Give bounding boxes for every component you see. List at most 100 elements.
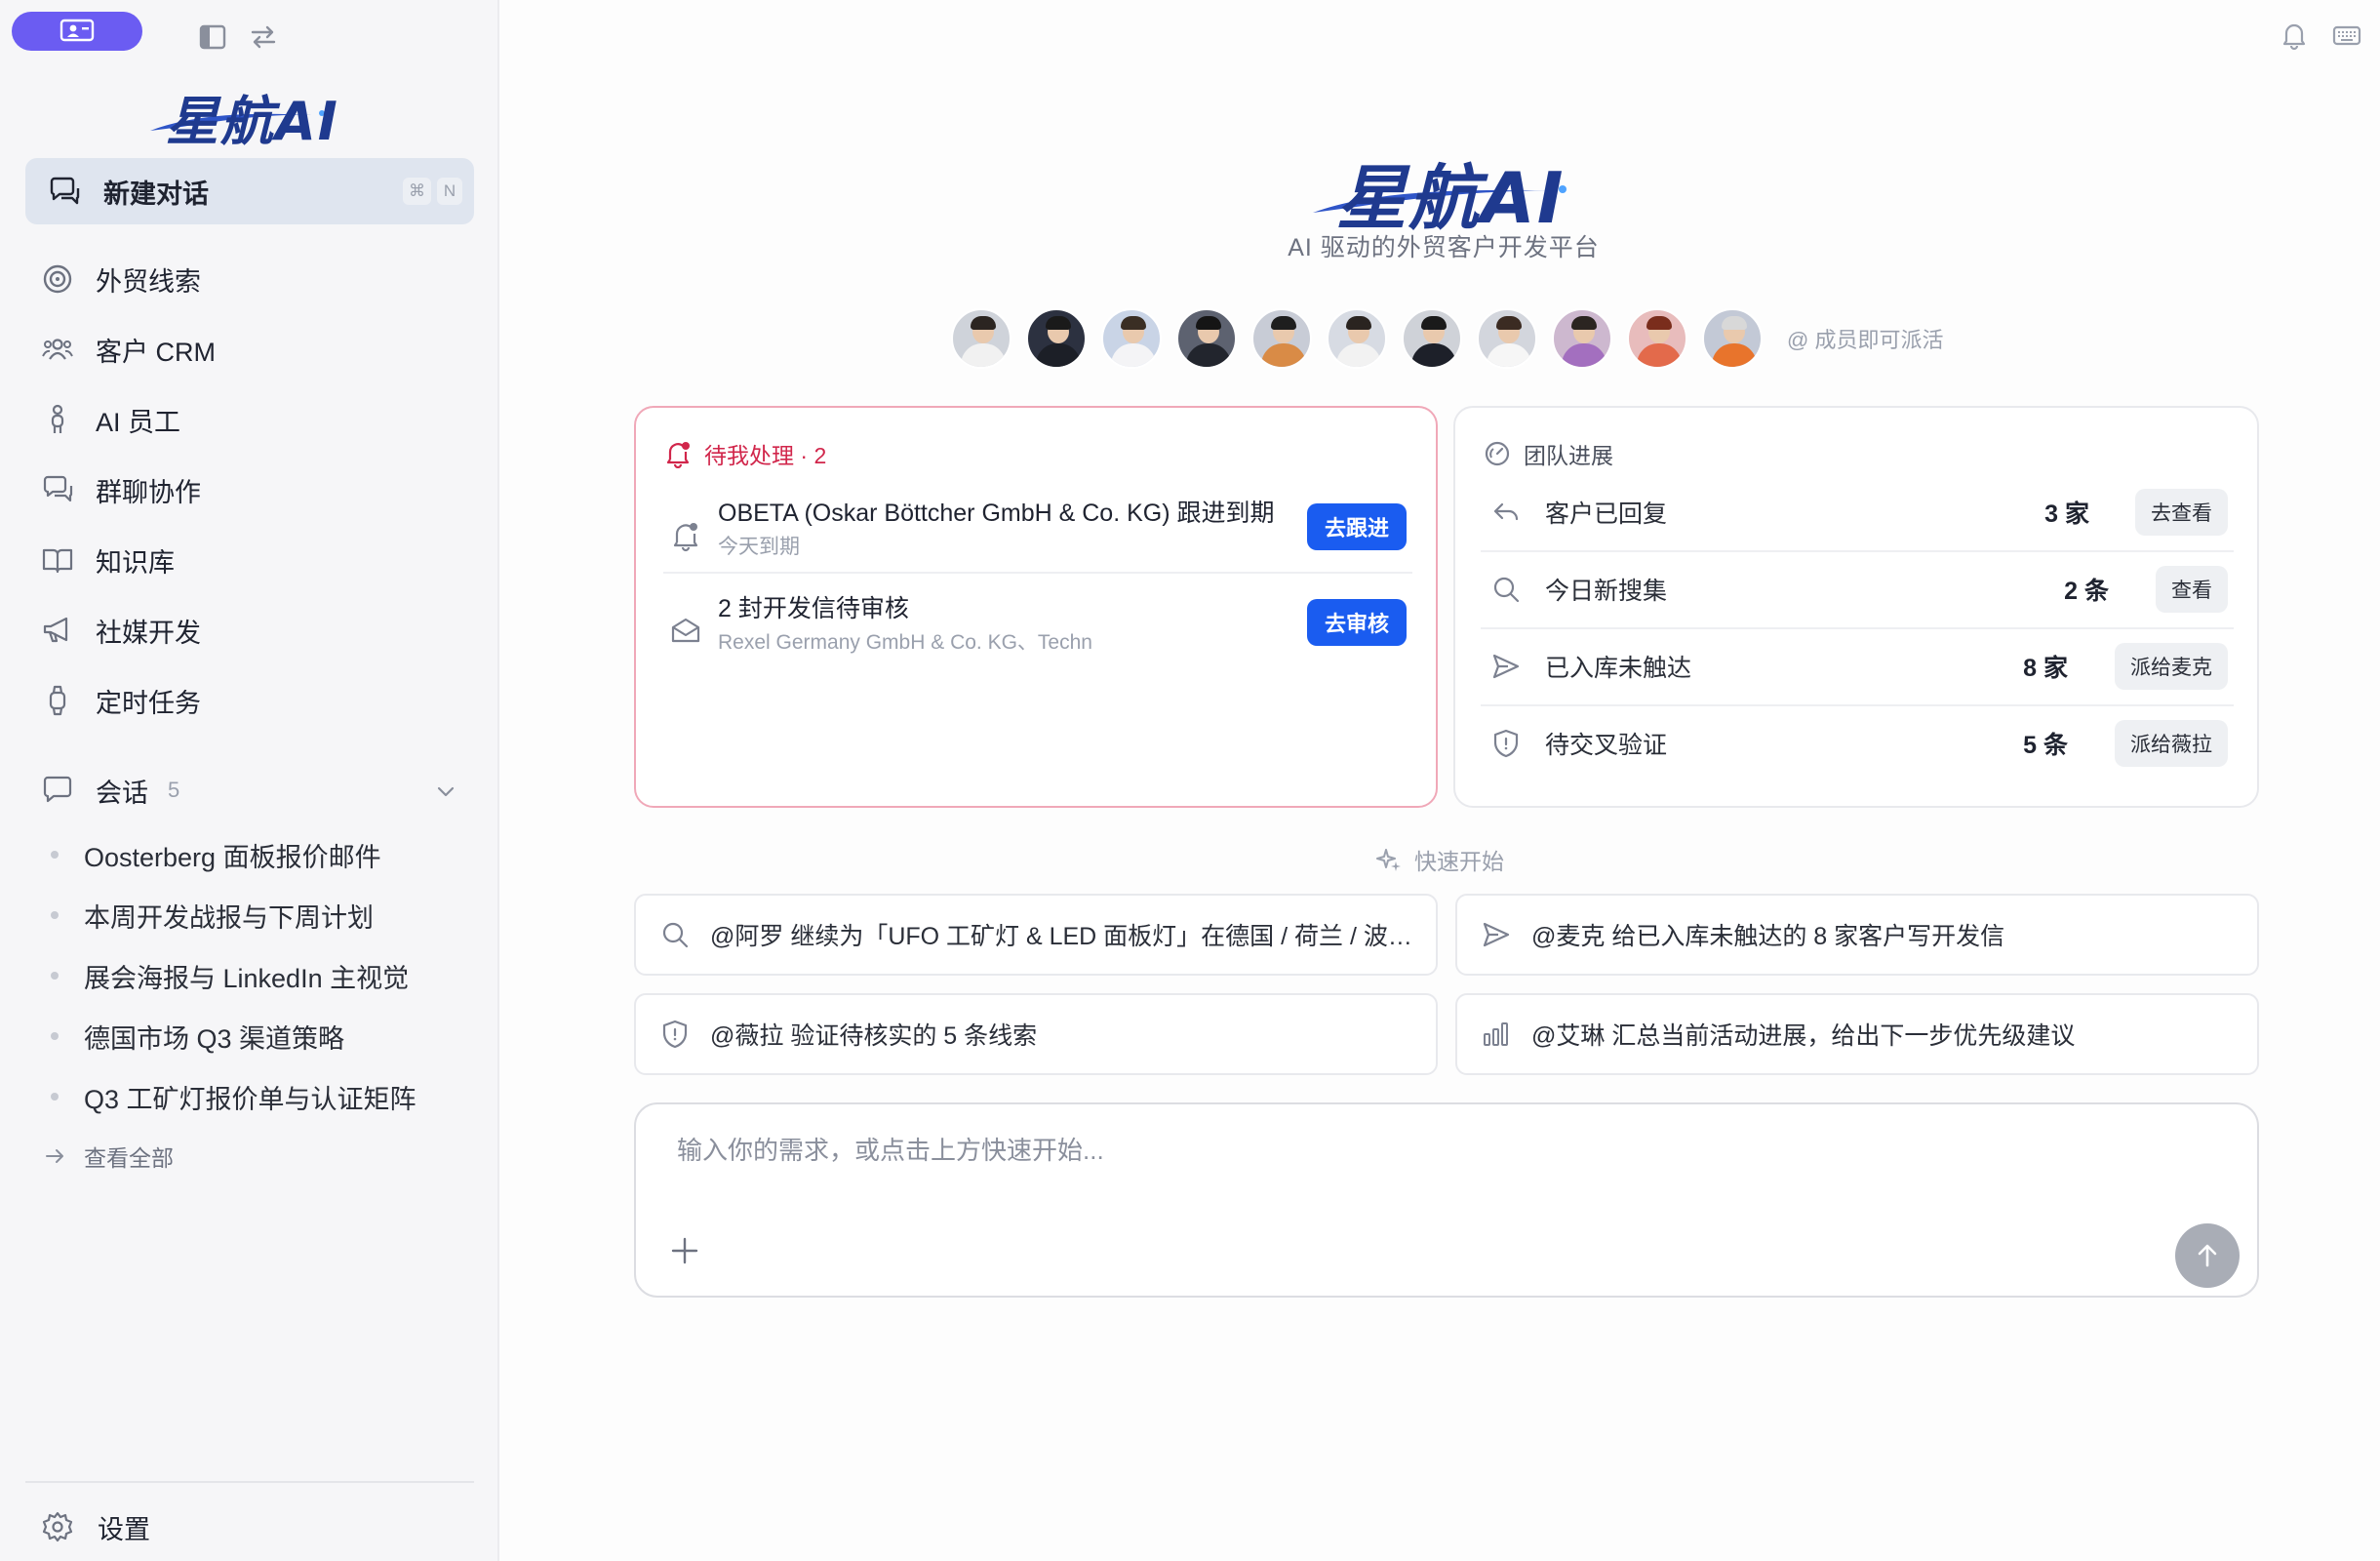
sessions-count: 5 (168, 778, 180, 802)
quick-start-item[interactable]: @麦克 给已入库未触达的 8 家客户写开发信 (1455, 894, 2259, 976)
avatar-hair (1121, 316, 1146, 330)
sidebar-item-knowledge[interactable]: 知识库 (25, 525, 474, 595)
send-button[interactable] (2175, 1223, 2240, 1288)
avatar-body (961, 343, 1006, 367)
task-subtitle: Rexel Germany GmbH & Co. KG、Techn (718, 631, 1092, 654)
sparkle-icon (1376, 849, 1401, 871)
avatar[interactable] (1251, 308, 1312, 369)
quick-start-title: 快速开始 (1414, 849, 1504, 874)
quick-start-item[interactable]: @薇拉 验证待核实的 5 条线索 (634, 993, 1438, 1075)
sidebar-item-leads[interactable]: 外贸线索 (25, 244, 474, 314)
avatar[interactable] (951, 308, 1012, 369)
team-avatars: @ 成员即可派活 (951, 308, 1943, 369)
avatar[interactable] (1627, 308, 1687, 369)
chat-plus-icon (50, 177, 80, 205)
quick-start-text: @阿罗 继续为「UFO 工矿灯 & LED 面板灯」在德国 / 荷兰 / 波兰搜… (710, 923, 1422, 950)
quick-start-item[interactable]: @艾琳 汇总当前活动进展，给出下一步优先级建议 (1455, 993, 2259, 1075)
keyboard-icon[interactable] (2331, 20, 2362, 51)
avatar-hair (971, 316, 996, 330)
team-row-untouched: 已入库未触达 8 家 派给麦克 (1481, 628, 2234, 704)
quick-start-header: 快速开始 (1375, 843, 1504, 876)
search-icon (662, 922, 689, 948)
prompt-input[interactable] (677, 1126, 2140, 1175)
session-item[interactable]: 展会海报与 LinkedIn 主视觉 (25, 945, 474, 1006)
avatar[interactable] (1101, 308, 1162, 369)
plus-icon[interactable] (665, 1231, 704, 1270)
sidebar-brand-text: 星航AI (166, 91, 339, 152)
avatar-body (1186, 343, 1231, 367)
avatar[interactable] (1702, 308, 1763, 369)
team-progress-card: 团队进展 客户已回复 3 家 去查看 今日新搜集 2 条 查看 已入库未触达 8… (1453, 406, 2259, 808)
quick-start-item[interactable]: @阿罗 继续为「UFO 工矿灯 & LED 面板灯」在德国 / 荷兰 / 波兰搜… (634, 894, 1438, 976)
avatar-hair (1571, 316, 1597, 330)
shield-icon (662, 1020, 688, 1049)
avatar[interactable] (1402, 308, 1462, 369)
assign-mike-button[interactable]: 派给麦克 (2115, 643, 2228, 690)
workspace-switch-button[interactable] (12, 12, 142, 51)
bell-icon[interactable] (2279, 20, 2310, 51)
view-new-button[interactable]: 查看 (2156, 566, 2228, 613)
settings-button[interactable]: 设置 (25, 1498, 150, 1556)
new-chat-button[interactable]: 新建对话 ⌘ N (25, 158, 474, 224)
hero-tagline: AI 驱动的外贸客户开发平台 (1288, 234, 1600, 261)
sidebar-item-crm[interactable]: 客户 CRM (25, 314, 474, 384)
sidebar-item-social[interactable]: 社媒开发 (25, 595, 474, 665)
mention-hint: @ 成员即可派活 (1787, 328, 1944, 352)
bullet-dot (51, 972, 59, 980)
session-list: Oosterberg 面板报价邮件 本周开发战报与下周计划 展会海报与 Link… (25, 824, 474, 1127)
avatar[interactable] (1176, 308, 1237, 369)
bell-dot-icon (673, 523, 698, 552)
task-divider (663, 572, 1412, 574)
watch-icon (49, 685, 66, 716)
arrow-up-icon (2198, 1244, 2217, 1267)
sidebar-toggle-icon[interactable] (197, 21, 228, 53)
sidebar-item-label: AI 员工 (96, 407, 181, 437)
session-item[interactable]: Q3 工矿灯报价单与认证矩阵 (25, 1066, 474, 1127)
sidebar-item-ai-staff[interactable]: AI 员工 (25, 384, 474, 455)
reply-icon (1493, 502, 1519, 521)
book-icon (42, 548, 73, 574)
team-row-label: 待交叉验证 (1545, 732, 1668, 759)
chevron-down-icon[interactable] (433, 779, 458, 804)
sidebar-item-label: 客户 CRM (96, 337, 216, 367)
session-item[interactable]: Oosterberg 面板报价邮件 (25, 824, 474, 885)
sidebar-logo: 星航AI (146, 76, 351, 152)
bullet-dot (51, 1093, 59, 1101)
pending-task: OBETA (Oskar Böttcher GmbH & Co. KG) 跟进到… (663, 492, 1412, 581)
review-button[interactable]: 去审核 (1307, 599, 1407, 646)
sidebar-item-label: 定时任务 (96, 688, 201, 718)
shield-icon (1493, 729, 1519, 758)
follow-up-button[interactable]: 去跟进 (1307, 503, 1407, 550)
avatar-hair (1346, 316, 1371, 330)
session-item[interactable]: 德国市场 Q3 渠道策略 (25, 1006, 474, 1066)
team-row-value: 5 条 (2023, 732, 2068, 759)
view-replies-button[interactable]: 去查看 (2135, 489, 2228, 536)
composer (634, 1102, 2259, 1298)
avatar[interactable] (1026, 308, 1087, 369)
avatar[interactable] (1327, 308, 1387, 369)
users-icon (42, 339, 73, 360)
assign-vera-button[interactable]: 派给薇拉 (2115, 720, 2228, 767)
session-title: 本周开发战报与下周计划 (84, 902, 374, 933)
avatar-hair (1421, 316, 1447, 330)
avatar[interactable] (1552, 308, 1612, 369)
team-row-label: 已入库未触达 (1545, 655, 1692, 682)
avatar-hair (1496, 316, 1522, 330)
task-title: OBETA (Oskar Böttcher GmbH & Co. KG) 跟进到… (718, 500, 1275, 527)
arrow-right-icon (46, 1149, 63, 1163)
sessions-header[interactable]: 会话 5 (25, 761, 474, 820)
team-row-label: 客户已回复 (1545, 500, 1668, 528)
task-subtitle: 今天到期 (718, 536, 800, 558)
avatar-body (1411, 343, 1456, 367)
sidebar-item-scheduled[interactable]: 定时任务 (25, 665, 474, 736)
avatar-hair (1046, 316, 1071, 330)
session-item[interactable]: 本周开发战报与下周计划 (25, 885, 474, 945)
avatar-hair (1722, 316, 1747, 330)
sidebar-item-group-chat[interactable]: 群聊协作 (25, 455, 474, 525)
view-all-sessions-link[interactable]: 查看全部 (43, 1137, 174, 1176)
sessions-label: 会话 (96, 778, 148, 808)
avatar[interactable] (1477, 308, 1537, 369)
avatar-body (1111, 343, 1156, 367)
pending-title: 待我处理 · 2 (704, 443, 827, 468)
swap-icon[interactable] (248, 21, 279, 53)
